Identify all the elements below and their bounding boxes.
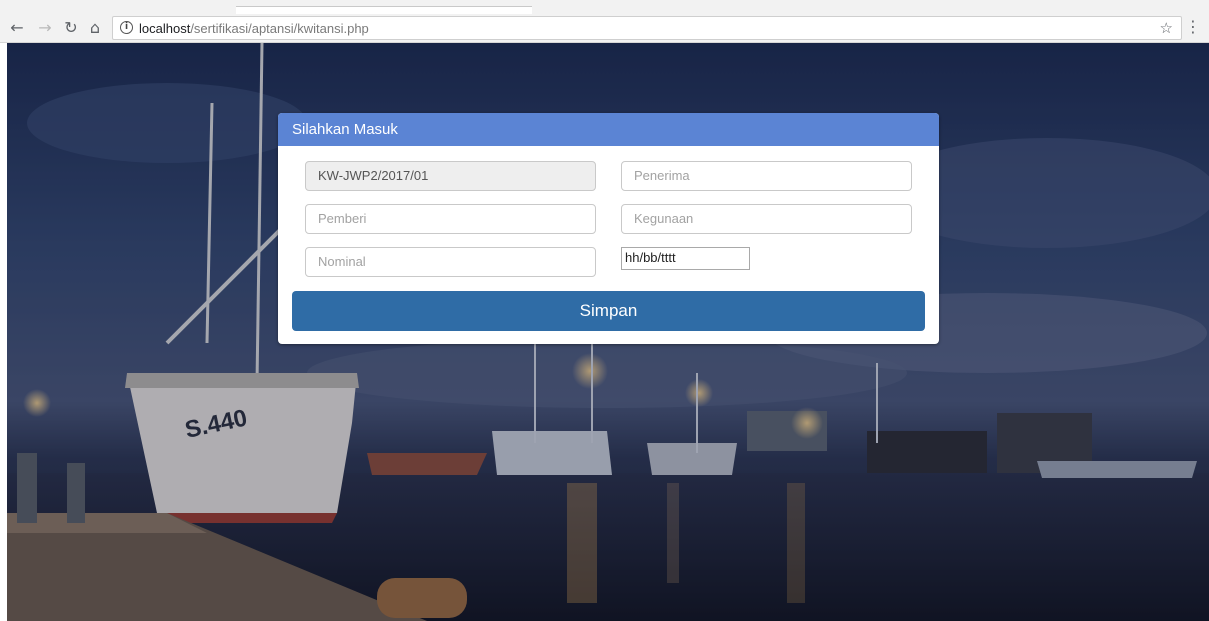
tab-strip	[0, 0, 1209, 15]
reload-icon[interactable]: ↻	[60, 17, 82, 39]
kegunaan-input[interactable]: Kegunaan	[621, 204, 912, 234]
page-viewport: S.440 Silahkan Masuk KW-JWP2/2017/01 Pen…	[7, 43, 1209, 621]
forward-icon[interactable]: →	[34, 17, 56, 39]
star-icon[interactable]: ☆	[1160, 19, 1173, 37]
info-icon[interactable]: i	[120, 21, 133, 34]
nomor-kwitansi-field[interactable]: KW-JWP2/2017/01	[305, 161, 596, 191]
browser-window: ← → ↻ ⌂ i localhost/sertifikasi/aptansi/…	[0, 0, 1209, 621]
save-button[interactable]: Simpan	[292, 291, 925, 331]
penerima-input[interactable]: Penerima	[621, 161, 912, 191]
home-icon[interactable]: ⌂	[84, 17, 106, 39]
panel-heading: Silahkan Masuk	[278, 113, 939, 146]
login-panel: Silahkan Masuk KW-JWP2/2017/01 Penerima …	[278, 113, 939, 344]
url-host: localhost	[139, 21, 191, 36]
more-vertical-icon[interactable]: ⋮	[1185, 17, 1201, 36]
address-bar[interactable]: i localhost/sertifikasi/aptansi/kwitansi…	[112, 16, 1182, 40]
nominal-input[interactable]: Nominal	[305, 247, 596, 277]
back-icon[interactable]: ←	[6, 17, 28, 39]
browser-toolbar: ← → ↻ ⌂ i localhost/sertifikasi/aptansi/…	[0, 14, 1209, 43]
pemberi-input[interactable]: Pemberi	[305, 204, 596, 234]
url-text[interactable]: localhost/sertifikasi/aptansi/kwitansi.p…	[139, 21, 369, 36]
url-path: /sertifikasi/aptansi/kwitansi.php	[190, 21, 369, 36]
tanggal-date-input[interactable]: hh/bb/tttt	[621, 247, 750, 270]
